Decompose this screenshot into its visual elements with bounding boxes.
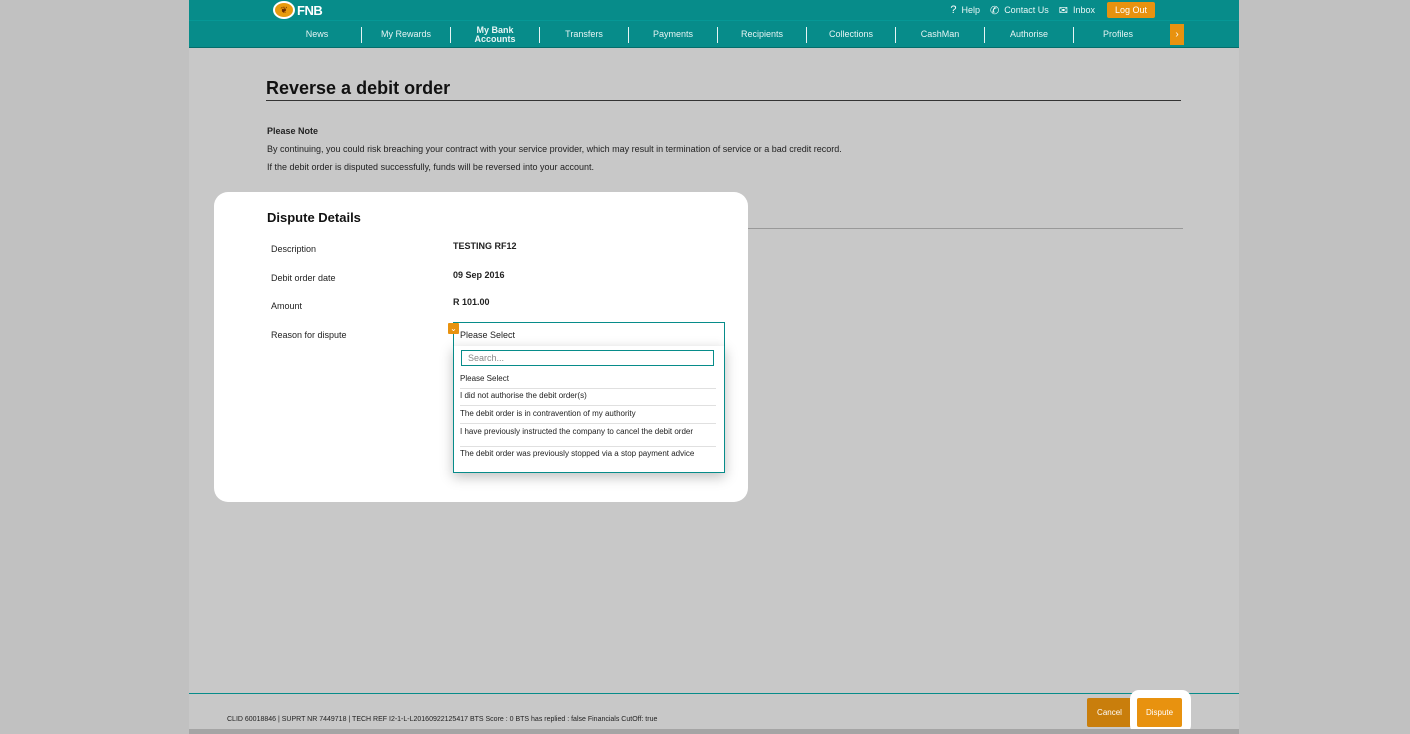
nav-payments[interactable]: Payments bbox=[629, 21, 717, 48]
phone-icon: ✆ bbox=[989, 4, 1000, 17]
dispute-details-title: Dispute Details bbox=[267, 210, 361, 225]
help-link[interactable]: ? Help bbox=[950, 4, 980, 16]
nav-transfers[interactable]: Transfers bbox=[540, 21, 628, 48]
footer-divider bbox=[189, 693, 1239, 694]
reason-select[interactable]: Please Select bbox=[453, 322, 725, 347]
amount-label: Amount bbox=[271, 301, 303, 311]
cancel-button[interactable]: Cancel bbox=[1087, 698, 1132, 727]
question-mark-icon: ? bbox=[950, 4, 957, 16]
description-value: TESTING RF12 bbox=[453, 241, 517, 251]
top-bar: ❦ FNB ? Help ✆ Contact Us ✉ Inbox Log Ou… bbox=[189, 0, 1239, 20]
reason-search-input[interactable] bbox=[461, 350, 714, 366]
nav-my-bank-accounts-label: My Bank Accounts bbox=[474, 24, 516, 44]
nav-authorise[interactable]: Authorise bbox=[985, 21, 1073, 48]
nav-collections[interactable]: Collections bbox=[807, 21, 895, 48]
footer-tech-info: CLID 60018846 | SUPRT NR 7449718 | TECH … bbox=[227, 716, 658, 723]
nav-recipients[interactable]: Recipients bbox=[718, 21, 806, 48]
nav-news[interactable]: News bbox=[273, 21, 361, 48]
inbox-link[interactable]: ✉ Inbox bbox=[1059, 4, 1095, 17]
reason-option[interactable]: I have previously instructed the company… bbox=[460, 428, 716, 447]
nav-my-rewards[interactable]: My Rewards bbox=[362, 21, 450, 48]
fnb-logo[interactable]: ❦ FNB bbox=[273, 0, 323, 20]
description-label: Description bbox=[271, 244, 317, 254]
reason-option[interactable]: The debit order is in contravention of m… bbox=[460, 410, 716, 424]
reason-option[interactable]: The debit order was previously stopped v… bbox=[460, 450, 716, 469]
amount-value: R 101.00 bbox=[453, 297, 490, 307]
nav-profiles[interactable]: Profiles bbox=[1074, 21, 1162, 48]
contact-us-link[interactable]: ✆ Contact Us bbox=[990, 4, 1049, 17]
contact-label: Contact Us bbox=[1004, 5, 1049, 15]
debit-order-date-value: 09 Sep 2016 bbox=[453, 270, 505, 280]
nav-next-arrow-icon[interactable]: › bbox=[1170, 24, 1184, 45]
reason-select-value: Please Select bbox=[460, 330, 516, 340]
reason-dropdown-list: Please Select I did not authorise the de… bbox=[453, 346, 725, 473]
page-title: Reverse a debit order bbox=[266, 78, 451, 98]
reason-option[interactable]: I did not authorise the debit order(s) bbox=[460, 392, 716, 406]
inbox-label: Inbox bbox=[1072, 5, 1095, 15]
nav-my-bank-accounts[interactable]: My Bank Accounts bbox=[451, 21, 539, 48]
envelope-icon: ✉ bbox=[1058, 4, 1068, 17]
note-heading: Please Note bbox=[267, 126, 319, 136]
tree-icon: ❦ bbox=[273, 1, 295, 19]
help-label: Help bbox=[961, 5, 980, 15]
nav-cashman[interactable]: CashMan bbox=[896, 21, 984, 48]
reason-label: Reason for dispute bbox=[271, 330, 347, 340]
note-text-2: If the debit order is disputed successfu… bbox=[267, 162, 595, 172]
main-nav: News My Rewards My Bank Accounts Transfe… bbox=[189, 20, 1239, 48]
logout-button[interactable]: Log Out bbox=[1106, 2, 1155, 18]
chevron-down-icon[interactable]: ⌄ bbox=[448, 323, 459, 334]
reason-option[interactable]: Please Select bbox=[460, 375, 716, 389]
debit-order-date-label: Debit order date bbox=[271, 273, 336, 283]
dispute-button[interactable]: Dispute bbox=[1137, 698, 1182, 727]
brand-name: FNB bbox=[297, 2, 323, 18]
footer-strip bbox=[189, 729, 1239, 734]
top-links: ? Help ✆ Contact Us ✉ Inbox Log Out bbox=[950, 0, 1155, 20]
title-divider bbox=[266, 100, 1181, 101]
note-text-1: By continuing, you could risk breaching … bbox=[267, 144, 842, 154]
